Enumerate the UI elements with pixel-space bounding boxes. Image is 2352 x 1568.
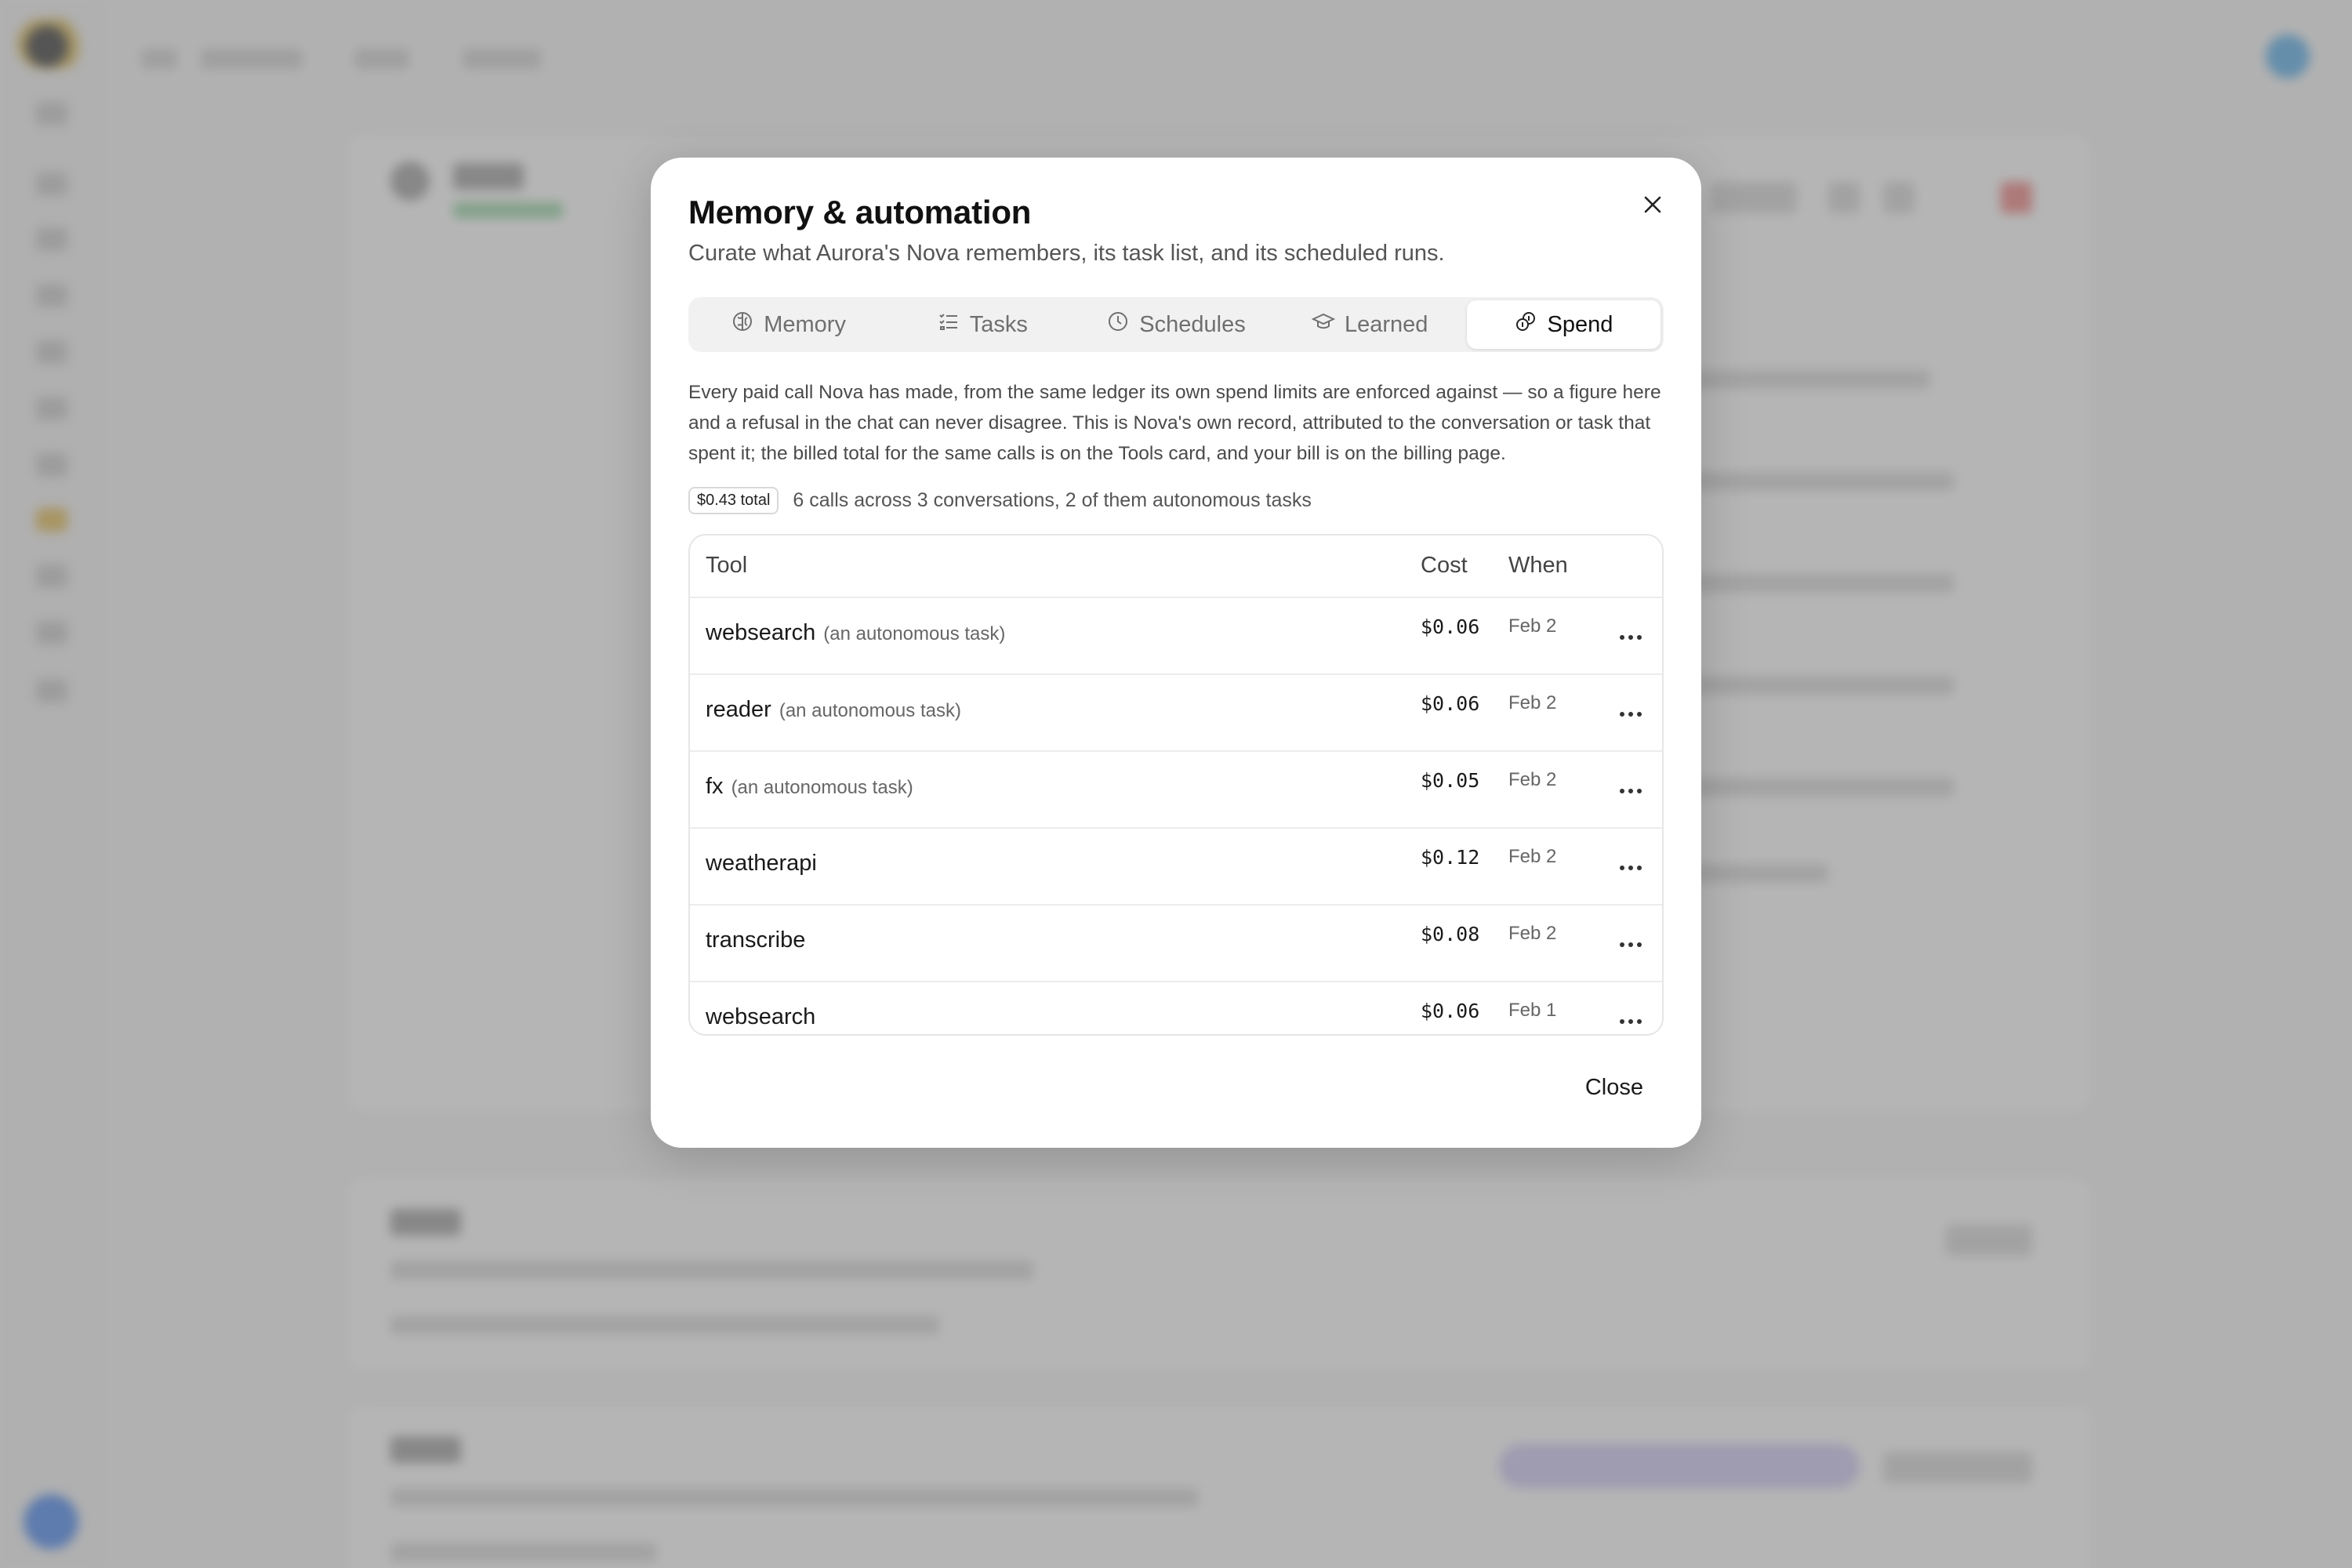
row-tool: transcribe xyxy=(706,927,813,953)
table-row: websearch $0.06 Feb 1 xyxy=(690,982,1662,1034)
row-tool: weatherapi xyxy=(706,851,825,877)
row-cost: $0.06 xyxy=(1421,615,1480,638)
row-cost: $0.06 xyxy=(1421,1000,1480,1022)
checklist-icon xyxy=(937,310,960,339)
row-cost: $0.05 xyxy=(1421,769,1480,792)
table-header: Tool Cost When xyxy=(690,535,1662,598)
tab-label: Tasks xyxy=(969,311,1028,337)
tab-label: Schedules xyxy=(1139,311,1246,337)
tab-spend[interactable]: Spend xyxy=(1466,300,1661,349)
dialog-title: Memory & automation xyxy=(688,194,1032,230)
spend-table: Tool Cost When websearch (an autonomous t… xyxy=(688,534,1664,1036)
brain-icon xyxy=(731,310,754,339)
row-cost: $0.12 xyxy=(1421,846,1480,869)
more-options-icon[interactable] xyxy=(1615,622,1646,653)
spend-description: Every paid call Nova has made, from the … xyxy=(688,382,1661,464)
row-when: Feb 2 xyxy=(1508,846,1557,867)
column-header-tool: Tool xyxy=(706,553,748,578)
coins-icon xyxy=(1514,310,1537,339)
spend-summary: $0.43 total 6 calls across 3 conversatio… xyxy=(688,487,1312,514)
table-row: weatherapi $0.12 Feb 2 xyxy=(690,829,1662,906)
tab-learned[interactable]: Learned xyxy=(1273,300,1467,349)
tool-name: websearch xyxy=(706,1004,816,1029)
tool-name: fx xyxy=(706,774,724,799)
graduation-cap-icon xyxy=(1311,310,1336,339)
tab-memory[interactable]: Memory xyxy=(691,300,885,349)
row-when: Feb 2 xyxy=(1508,769,1557,790)
memory-automation-dialog: Memory & automation Curate what Aurora's… xyxy=(651,158,1701,1148)
tool-note: (an autonomous task) xyxy=(779,700,961,721)
tab-tasks[interactable]: Tasks xyxy=(885,300,1079,349)
row-tool: fx (an autonomous task) xyxy=(706,774,913,800)
total-badge: $0.43 total xyxy=(688,487,779,514)
tab-label: Spend xyxy=(1547,311,1613,337)
tab-schedules[interactable]: Schedules xyxy=(1079,300,1272,349)
table-row: fx (an autonomous task) $0.05 Feb 2 xyxy=(690,752,1662,829)
close-button[interactable]: Close xyxy=(1582,1069,1646,1107)
tool-name: transcribe xyxy=(706,927,806,953)
tab-label: Memory xyxy=(764,311,846,337)
tool-note: (an autonomous task) xyxy=(823,623,1006,644)
row-when: Feb 2 xyxy=(1508,923,1557,944)
tool-note: (an autonomous task) xyxy=(731,777,913,798)
row-tool: websearch (an autonomous task) xyxy=(706,620,1005,646)
row-when: Feb 2 xyxy=(1508,692,1557,713)
close-icon[interactable] xyxy=(1629,181,1676,228)
row-cost: $0.06 xyxy=(1421,692,1480,715)
tool-name: websearch xyxy=(706,620,816,645)
tool-name: reader xyxy=(706,697,771,722)
row-tool: websearch xyxy=(706,1004,823,1030)
more-options-icon[interactable] xyxy=(1615,929,1646,960)
tab-label: Learned xyxy=(1344,311,1428,337)
column-header-when: When xyxy=(1508,553,1568,578)
row-when: Feb 1 xyxy=(1508,1000,1557,1021)
more-options-icon[interactable] xyxy=(1615,1006,1646,1034)
column-header-cost: Cost xyxy=(1421,553,1468,578)
more-options-icon[interactable] xyxy=(1615,852,1646,884)
dialog-subtitle: Curate what Aurora's Nova remembers, its… xyxy=(688,241,1445,266)
more-options-icon[interactable] xyxy=(1615,699,1646,730)
row-when: Feb 2 xyxy=(1508,615,1557,637)
tool-name: weatherapi xyxy=(706,851,817,876)
more-options-icon[interactable] xyxy=(1615,775,1646,807)
clock-icon xyxy=(1106,310,1130,339)
tab-bar: Memory Tasks Schedules Learned Spend xyxy=(688,297,1664,352)
row-cost: $0.08 xyxy=(1421,923,1480,946)
table-row: transcribe $0.08 Feb 2 xyxy=(690,906,1662,982)
summary-text: 6 calls across 3 conversations, 2 of the… xyxy=(793,489,1312,511)
table-row: websearch (an autonomous task) $0.06 Feb … xyxy=(690,598,1662,675)
row-tool: reader (an autonomous task) xyxy=(706,697,961,723)
table-row: reader (an autonomous task) $0.06 Feb 2 xyxy=(690,675,1662,752)
